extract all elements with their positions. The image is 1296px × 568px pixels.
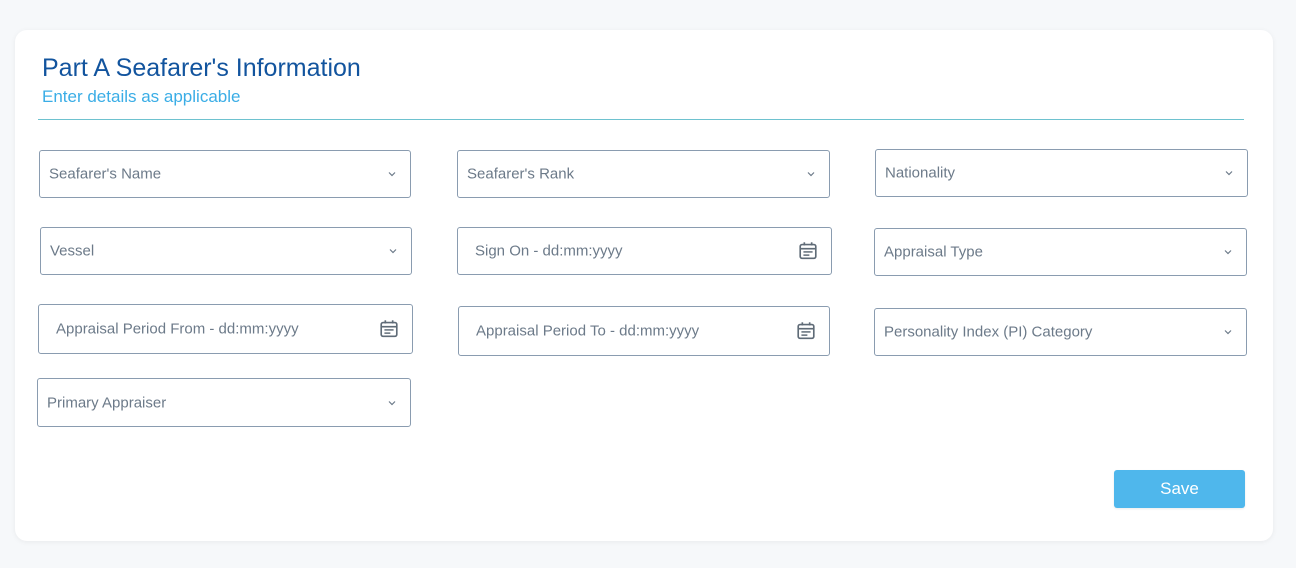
chevron-down-icon: [388, 172, 396, 177]
nationality-label: Nationality: [885, 164, 956, 182]
seafarer-rank-select[interactable]: Seafarer's Rank: [457, 150, 830, 198]
vessel-select[interactable]: Vessel: [40, 227, 412, 275]
chevron-down-icon: [1224, 330, 1232, 335]
appraisal-to-label: Appraisal Period To - dd:mm:yyyy: [476, 322, 700, 340]
pi-category-label: Personality Index (PI) Category: [884, 323, 1093, 341]
appraisal-period-to-field[interactable]: Appraisal Period To - dd:mm:yyyy: [458, 306, 830, 356]
save-button[interactable]: Save: [1114, 470, 1245, 508]
seafarer-name-select[interactable]: Seafarer's Name: [39, 150, 411, 198]
chevron-down-icon: [389, 249, 397, 254]
primary-appraiser-label: Primary Appraiser: [47, 394, 167, 411]
appraisal-type-label: Appraisal Type: [884, 243, 983, 261]
seafarer-name-label: Seafarer's Name: [49, 165, 162, 183]
calendar-icon[interactable]: [797, 240, 819, 262]
chevron-down-icon: [807, 172, 815, 177]
chevron-down-icon: [1224, 250, 1232, 255]
sign-on-date-field[interactable]: Sign On - dd:mm:yyyy: [457, 227, 832, 275]
header-divider: [38, 119, 1244, 120]
appraisal-from-label: Appraisal Period From - dd:mm:yyyy: [56, 320, 299, 338]
appraisal-period-from-field[interactable]: Appraisal Period From - dd:mm:yyyy: [38, 304, 413, 354]
chevron-down-icon: [388, 400, 396, 405]
sign-on-label: Sign On - dd:mm:yyyy: [475, 242, 623, 260]
chevron-down-icon: [1225, 171, 1233, 176]
seafarer-rank-label: Seafarer's Rank: [467, 165, 575, 183]
appraisal-type-select[interactable]: Appraisal Type: [874, 228, 1247, 276]
page-subtitle: Enter details as applicable: [42, 87, 241, 106]
page-title: Part A Seafarer's Information: [42, 54, 361, 82]
pi-category-select[interactable]: Personality Index (PI) Category: [874, 308, 1247, 356]
calendar-icon[interactable]: [795, 320, 817, 342]
primary-appraiser-select[interactable]: Primary Appraiser: [37, 378, 411, 427]
calendar-icon[interactable]: [378, 318, 400, 340]
nationality-select[interactable]: Nationality: [875, 149, 1248, 197]
vessel-label: Vessel: [50, 242, 95, 260]
